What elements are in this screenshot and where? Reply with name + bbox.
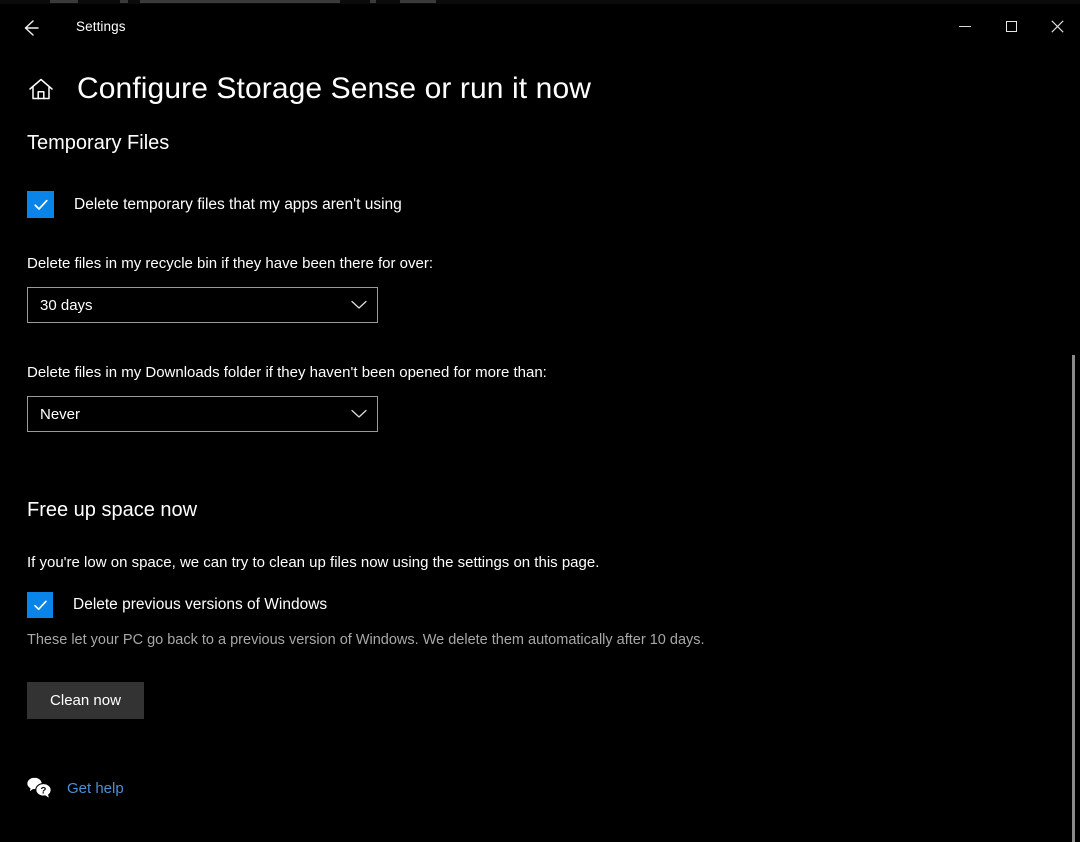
close-button[interactable]	[1034, 4, 1080, 48]
close-icon	[1050, 19, 1064, 33]
settings-page: Configure Storage Sense or run it now Te…	[0, 52, 1080, 842]
checkbox-label-delete-temp-files: Delete temporary files that my apps aren…	[74, 195, 402, 213]
app-title: Settings	[76, 19, 126, 34]
get-help-link[interactable]: ? Get help	[25, 775, 124, 801]
scrollbar-thumb[interactable]	[1072, 355, 1075, 842]
delete-previous-windows-note: These let your PC go back to a previous …	[27, 632, 705, 648]
section-heading-free-up-space: Free up space now	[27, 499, 198, 521]
checkbox-row-delete-temp-files[interactable]: Delete temporary files that my apps aren…	[27, 191, 402, 218]
checkbox-label-delete-previous-windows: Delete previous versions of Windows	[73, 596, 328, 613]
dropdown-recycle-bin[interactable]: 30 days	[27, 287, 378, 323]
back-button[interactable]	[8, 8, 52, 48]
dropdown-downloads-folder[interactable]: Never	[27, 396, 378, 432]
minimize-button[interactable]	[942, 4, 988, 48]
checkmark-icon	[33, 600, 47, 610]
home-icon[interactable]	[27, 75, 55, 103]
section-heading-temporary-files: Temporary Files	[27, 132, 170, 154]
free-up-space-description: If you're low on space, we can try to cl…	[27, 554, 600, 571]
label-recycle-bin: Delete files in my recycle bin if they h…	[27, 255, 434, 272]
chevron-down-icon-recycle-bin	[341, 300, 377, 310]
checkmark-icon	[33, 199, 48, 210]
page-header: Configure Storage Sense or run it now	[27, 74, 591, 104]
clean-now-button[interactable]: Clean now	[27, 682, 144, 719]
window-controls	[942, 4, 1080, 52]
chevron-down-icon-downloads-folder	[341, 409, 377, 419]
label-downloads-folder: Delete files in my Downloads folder if t…	[27, 364, 547, 381]
help-bubble-icon: ?	[26, 776, 52, 800]
dropdown-value-recycle-bin: 30 days	[40, 296, 93, 314]
dropdown-value-downloads-folder: Never	[40, 405, 81, 423]
maximize-icon	[1005, 20, 1017, 32]
vertical-scrollbar[interactable]	[1066, 52, 1080, 842]
maximize-button[interactable]	[988, 4, 1034, 48]
back-arrow-icon	[24, 20, 39, 36]
checkbox-delete-previous-windows[interactable]	[27, 592, 53, 618]
get-help-label: Get help	[67, 779, 124, 797]
minimize-icon	[959, 25, 971, 27]
title-bar: Settings	[0, 4, 1080, 52]
page-title: Configure Storage Sense or run it now	[77, 72, 591, 105]
checkbox-row-delete-previous-windows[interactable]: Delete previous versions of Windows	[27, 592, 327, 618]
checkbox-delete-temp-files[interactable]	[27, 191, 54, 218]
svg-text:?: ?	[40, 786, 46, 797]
